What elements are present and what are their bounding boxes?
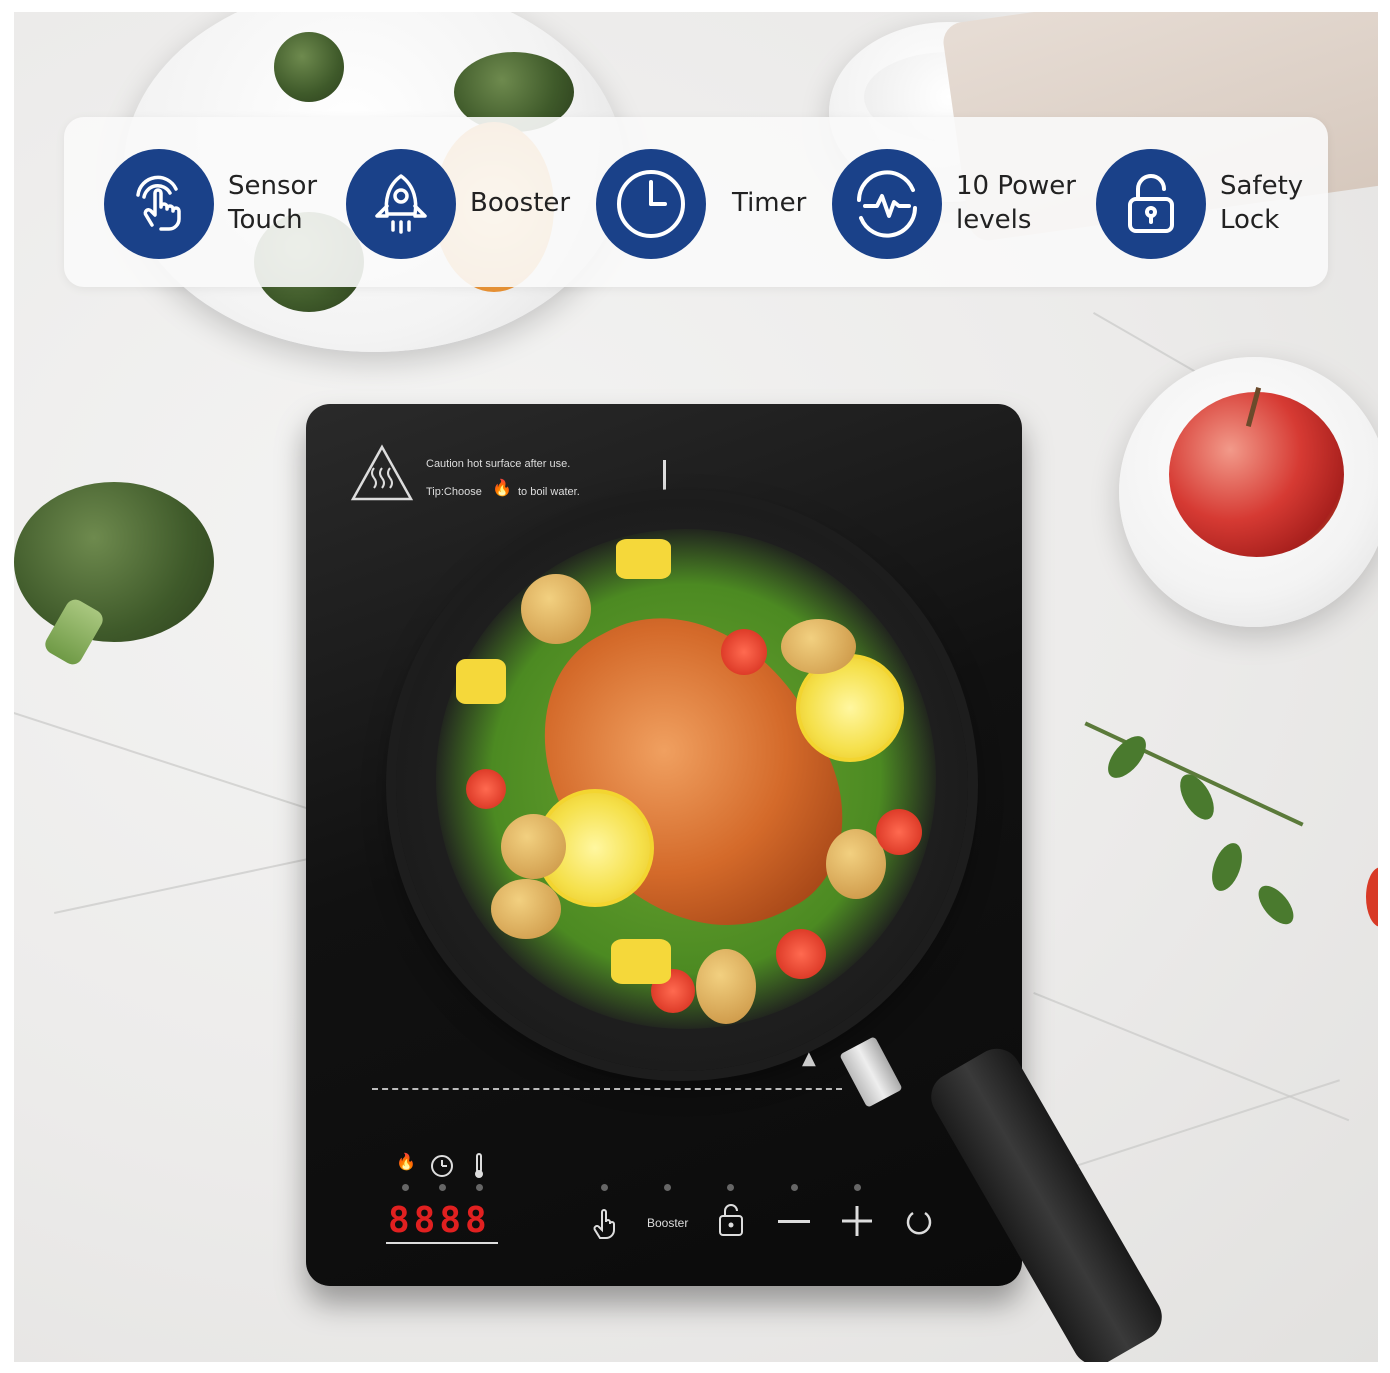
- feature-safety-lock: Safety Lock: [1096, 149, 1303, 259]
- feature-label: 10 Power levels: [956, 171, 1076, 235]
- feature-power-levels: 10 Power levels: [832, 149, 1076, 259]
- caution-tip-suffix: to boil water.: [518, 486, 580, 498]
- yellow-pepper: [456, 659, 506, 704]
- sensor-touch-button[interactable]: [590, 1204, 622, 1240]
- minus-button[interactable]: [778, 1220, 810, 1223]
- thermometer-icon: [475, 1153, 483, 1178]
- indicator-dot: [402, 1184, 409, 1191]
- feature-label: Safety Lock: [1220, 171, 1304, 235]
- caution-text: Caution hot surface after use.: [426, 458, 571, 470]
- frying-pan: [396, 499, 968, 1071]
- indicator-dot: [601, 1184, 608, 1191]
- kitchen-scene: Sensor Touch Booster Timer 10 Power leve…: [14, 12, 1378, 1362]
- feature-timer: Timer: [596, 149, 806, 259]
- potato: [491, 879, 561, 939]
- power-button[interactable]: [904, 1206, 934, 1236]
- marble-vein: [1033, 992, 1350, 1122]
- plus-button[interactable]: [840, 1204, 874, 1238]
- feature-booster: Booster: [346, 149, 570, 259]
- display-underline: [386, 1242, 498, 1244]
- potato: [696, 949, 756, 1024]
- led-display: 8888: [388, 1200, 491, 1241]
- flame-icon: 🔥: [396, 1152, 416, 1171]
- caution-tip-prefix: Tip:Choose: [426, 486, 482, 498]
- feature-banner: Sensor Touch Booster Timer 10 Power leve…: [64, 117, 1328, 287]
- indicator-dot: [439, 1184, 446, 1191]
- lock-button[interactable]: [716, 1202, 746, 1238]
- hot-surface-warning-icon: [350, 444, 414, 501]
- clock-icon: [596, 149, 706, 259]
- indicator-dot: [854, 1184, 861, 1191]
- indicator-dot: [791, 1184, 798, 1191]
- herb-leaf: [1173, 768, 1221, 826]
- herb-leaf: [1206, 839, 1248, 895]
- feature-label: Sensor Touch: [228, 171, 318, 235]
- brand-logo: ▲: [802, 1048, 816, 1069]
- feature-sensor-touch: Sensor Touch: [104, 149, 317, 259]
- tomato: [1366, 867, 1378, 927]
- herb-leaf: [1100, 729, 1154, 785]
- potato: [781, 619, 856, 674]
- marble-vein: [54, 849, 348, 914]
- clock-icon: [431, 1155, 453, 1177]
- finger-touch-icon: [104, 149, 214, 259]
- centre-mark: [663, 460, 666, 490]
- cherry-tomato: [721, 629, 767, 675]
- potato: [501, 814, 566, 879]
- pan-handle: [922, 1040, 1171, 1362]
- herb-leaf: [1252, 879, 1300, 931]
- broccoli: [14, 482, 214, 642]
- rocket-icon: [346, 149, 456, 259]
- indicator-dot: [476, 1184, 483, 1191]
- flame-icon: 🔥: [492, 478, 512, 497]
- indicator-dot: [664, 1184, 671, 1191]
- pulse-icon: [832, 149, 942, 259]
- padlock-icon: [1096, 149, 1206, 259]
- broccoli: [274, 32, 344, 102]
- booster-button[interactable]: Booster: [647, 1216, 688, 1230]
- cherry-tomato: [466, 769, 506, 809]
- marble-vein: [1054, 1079, 1340, 1174]
- pan-handle-neck: [839, 1036, 903, 1108]
- potato: [521, 574, 591, 644]
- feature-label: Booster: [470, 188, 571, 219]
- control-divider: [372, 1088, 842, 1090]
- indicator-dot: [727, 1184, 734, 1191]
- cherry-tomato: [876, 809, 922, 855]
- yellow-pepper: [611, 939, 671, 984]
- cherry-tomato: [776, 929, 826, 979]
- feature-label: Timer: [732, 188, 807, 219]
- induction-cooktop: Caution hot surface after use. Tip:Choos…: [306, 404, 1171, 1362]
- yellow-pepper: [616, 539, 671, 579]
- apple: [1169, 392, 1344, 557]
